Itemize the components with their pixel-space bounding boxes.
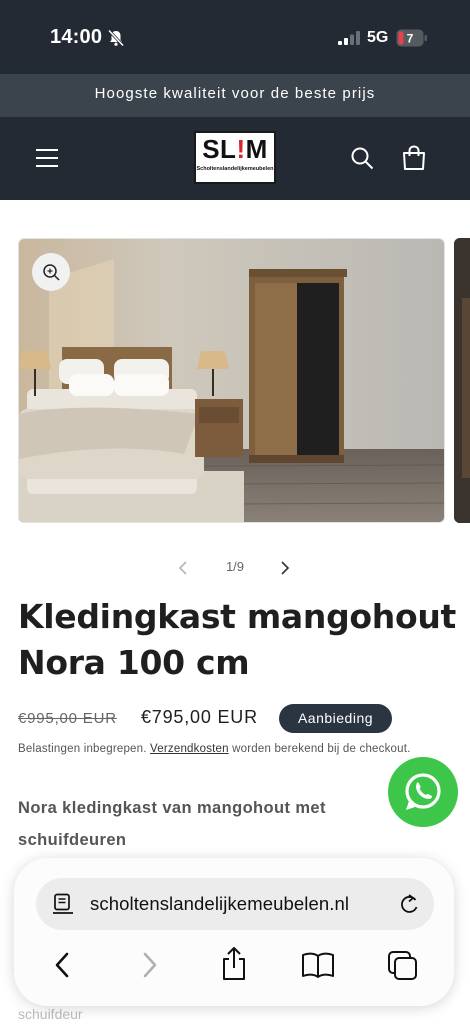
battery-icon: 7 [396, 29, 427, 47]
product-title: Kledingkast mangohout Nora 100 cm [18, 597, 457, 682]
bell-off-icon [107, 29, 125, 47]
zoom-button[interactable] [32, 253, 70, 291]
description-heading: Nora kledingkast van mangohout met schui… [18, 799, 326, 849]
whatsapp-icon [405, 773, 441, 810]
whatsapp-button[interactable] [388, 757, 458, 827]
share-icon[interactable] [219, 946, 249, 982]
menu-icon[interactable] [35, 147, 59, 169]
chevron-right-icon[interactable] [278, 559, 292, 577]
logo-text-right: M [245, 134, 268, 164]
search-icon[interactable] [350, 146, 374, 170]
back-icon[interactable] [51, 950, 73, 980]
reload-icon[interactable] [398, 892, 420, 916]
next-photo [454, 238, 470, 523]
tax-note: Belastingen inbegrepen. Verzendkosten wo… [18, 743, 458, 755]
zoom-icon [43, 264, 60, 281]
site-header: SL!M Scholtenslandelijkemeubelen [0, 117, 470, 200]
bookmarks-icon[interactable] [301, 951, 335, 979]
tax-note-suffix: worden berekend bij de checkout. [232, 743, 411, 755]
address-bar[interactable]: scholtenslandelijkemeubelen.nl [36, 878, 434, 930]
signal-icon [338, 31, 360, 45]
price-sale: €795,00 EUR [141, 707, 258, 727]
page-icon[interactable] [52, 893, 74, 915]
cart-icon[interactable] [401, 145, 427, 171]
gallery-pager: 1/9 [170, 556, 300, 580]
shipping-link[interactable]: Verzendkosten [150, 743, 229, 755]
gallery-counter: 1/9 [225, 559, 245, 574]
tax-note-prefix: Belastingen inbegrepen. [18, 743, 147, 755]
logo-text-left: SL [202, 134, 237, 164]
url-text: scholtenslandelijkemeubelen.nl [90, 893, 350, 914]
tabs-icon[interactable] [386, 949, 418, 981]
price-original: €995,00 EUR [18, 710, 117, 727]
site-logo[interactable]: SL!M Scholtenslandelijkemeubelen [194, 131, 276, 184]
network-type: 5G [367, 29, 389, 46]
description-faded-text: schuifdeur [18, 1006, 83, 1022]
status-bar: 14:00 5G 7 [0, 0, 470, 74]
forward-icon[interactable] [139, 950, 161, 980]
battery-level: 7 [407, 32, 414, 46]
status-time: 14:00 [50, 26, 103, 48]
logo-text-bang: ! [236, 134, 246, 164]
sale-badge: Aanbieding [279, 704, 392, 733]
announcement-bar: Hoogste kwaliteit voor de beste prijs [0, 74, 470, 117]
logo-subtitle: Scholtenslandelijkemeubelen [196, 166, 274, 172]
next-product-image-preview[interactable] [454, 238, 470, 523]
browser-toolbar: scholtenslandelijkemeubelen.nl [14, 858, 454, 1006]
product-photo [19, 239, 444, 522]
chevron-left-icon[interactable] [176, 559, 190, 577]
product-image[interactable] [18, 238, 445, 523]
